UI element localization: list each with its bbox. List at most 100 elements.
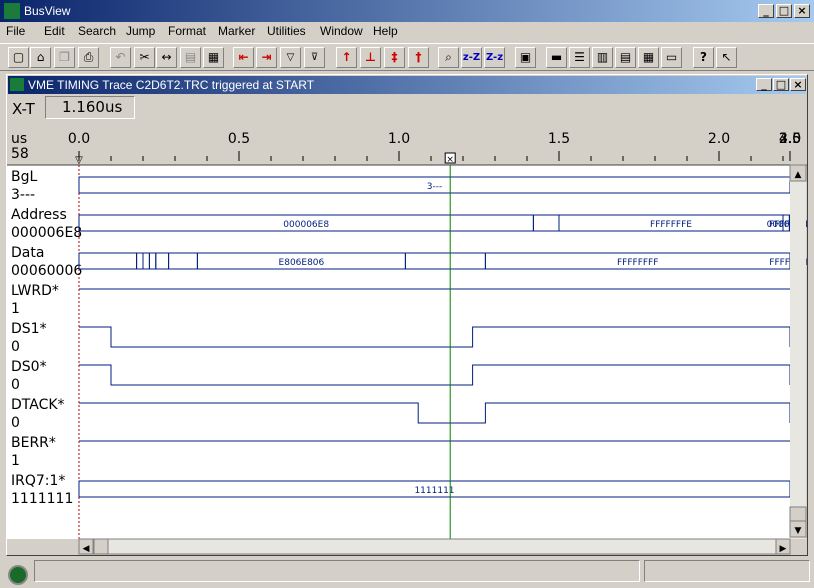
status-indicator-icon: [8, 565, 28, 585]
minimize-button[interactable]: _: [758, 4, 774, 18]
signal-value: 1: [11, 453, 20, 469]
signal-name[interactable]: LWRD*: [11, 283, 59, 299]
start-marker[interactable]: ▽: [75, 155, 83, 166]
v-icon[interactable]: ▽: [280, 47, 301, 68]
cut-icon[interactable]: ✂: [134, 47, 155, 68]
insert-icon[interactable]: ▦: [203, 47, 224, 68]
marker-up-icon[interactable]: ↑: [336, 47, 357, 68]
marker-down-icon[interactable]: ⊥: [360, 47, 381, 68]
menubar: File Edit Search Jump Format Marker Util…: [0, 22, 814, 42]
menu-marker[interactable]: Marker: [218, 24, 255, 38]
status-field: [34, 560, 640, 582]
signal-name[interactable]: BgL: [11, 169, 37, 185]
bus-segment-label: 000006E8: [283, 220, 329, 230]
axis-tick-label: 4.0: [779, 131, 801, 147]
axis-row-label: 58: [11, 146, 29, 162]
horizontal-scrollbar[interactable]: [78, 538, 791, 555]
signal-value: 3---: [11, 187, 35, 203]
menu-help[interactable]: Help: [373, 24, 398, 38]
signal-value: 1111111: [11, 491, 73, 507]
xt-label: X-T: [12, 100, 35, 118]
open-icon[interactable]: ⌂: [30, 47, 51, 68]
window-split-icon[interactable]: ☰: [569, 47, 590, 68]
scroll-right-icon: ▶: [780, 544, 787, 554]
zoom-z-icon[interactable]: z-Z: [461, 47, 482, 68]
signal-name[interactable]: IRQ7:1*: [11, 473, 65, 489]
copy-icon[interactable]: ❐: [54, 47, 75, 68]
new-icon[interactable]: ▢: [8, 47, 29, 68]
axis-tick-label: 1.5: [548, 131, 570, 147]
window-v-icon[interactable]: ▥: [592, 47, 613, 68]
paste-icon[interactable]: ▤: [180, 47, 201, 68]
zoom-end-icon[interactable]: ⇥: [256, 47, 277, 68]
menu-window[interactable]: Window: [320, 24, 363, 38]
vertical-scrollbar[interactable]: [790, 165, 806, 555]
cursor-marker-glyph: ×: [446, 155, 454, 165]
status-field-secondary: [644, 560, 810, 582]
menu-file[interactable]: File: [6, 24, 25, 38]
zoom-search-icon[interactable]: ⌕: [438, 47, 459, 68]
list-icon[interactable]: ▤: [615, 47, 636, 68]
fit-icon[interactable]: ↔: [156, 47, 177, 68]
marker-t-icon[interactable]: ‡: [384, 47, 405, 68]
trace-window-titlebar[interactable]: VME TIMING Trace C2D6T2.TRC triggered at…: [8, 76, 806, 94]
trace-window-icon[interactable]: [10, 78, 24, 91]
table-icon[interactable]: ▦: [638, 47, 659, 68]
axis-tick-label: 1.0: [388, 131, 410, 147]
signal-name[interactable]: Address: [11, 207, 67, 223]
log-icon[interactable]: ▣: [515, 47, 536, 68]
close-button[interactable]: ×: [794, 4, 810, 18]
signal-value: 00060006: [11, 263, 82, 279]
signal-value: 0: [11, 415, 20, 431]
signal-name[interactable]: DS0*: [11, 359, 47, 375]
scroll-up-icon: ▲: [795, 170, 802, 180]
v-edit-icon[interactable]: ⊽: [304, 47, 325, 68]
marker-q-icon[interactable]: †: [408, 47, 429, 68]
trace-maximize-button[interactable]: □: [773, 78, 789, 91]
signal-value: 000006E8: [11, 225, 82, 241]
axis-tick-label: 0.5: [228, 131, 250, 147]
app-title: BusView: [24, 4, 71, 18]
menu-edit[interactable]: Edit: [44, 24, 65, 38]
dialog-icon[interactable]: ▭: [661, 47, 682, 68]
app-titlebar[interactable]: BusView _ □ ×: [0, 0, 814, 22]
axis-unit-label: us: [11, 131, 27, 147]
waveform-plot[interactable]: us580.0 0.5 1.0 1.5 2.0 2.53.03.54.0▽ ×BgL3---…: [7, 125, 807, 555]
bus-segment-label: 3---: [427, 182, 442, 192]
signal-name[interactable]: DTACK*: [11, 397, 65, 413]
bus-segment-label: FFFFFFFF: [617, 258, 658, 268]
signal-name[interactable]: Data: [11, 245, 44, 261]
toolbar: ▢ ⌂ ❐ ⎙ ↶ ✂ ↔ ▤ ▦ ⇤ ⇥ ▽ ⊽ ↑ ⊥ ‡ † ⌕ z-Z …: [0, 43, 814, 71]
axis-tick-label: 2.0: [708, 131, 730, 147]
bus-segment-label: E806E806: [279, 258, 325, 268]
bus-segment-label: FFFFFFFE: [650, 220, 692, 230]
whatsthis-icon[interactable]: ↖: [716, 47, 737, 68]
scroll-left-icon: ◀: [83, 544, 90, 554]
bus-segment-label: 1111111: [414, 486, 454, 496]
signal-name[interactable]: BERR*: [11, 435, 56, 451]
menu-utilities[interactable]: Utilities: [267, 24, 306, 38]
app-icon[interactable]: [4, 3, 20, 19]
xt-value-field[interactable]: 1.160us: [45, 96, 135, 119]
trace-close-button[interactable]: ×: [790, 78, 806, 91]
help-icon[interactable]: ?: [693, 47, 714, 68]
h-scroll-thumb[interactable]: [93, 538, 109, 555]
zoom-zz-icon[interactable]: Z-z: [484, 47, 505, 68]
trace-window-title: VME TIMING Trace C2D6T2.TRC triggered at…: [28, 78, 315, 92]
menu-search[interactable]: Search: [78, 24, 116, 38]
menu-jump[interactable]: Jump: [126, 24, 155, 38]
trace-minimize-button[interactable]: _: [756, 78, 772, 91]
statusbar: [0, 560, 814, 588]
window-h-icon[interactable]: ▬: [546, 47, 567, 68]
maximize-button[interactable]: □: [776, 4, 792, 18]
scroll-down-icon: ▼: [795, 526, 802, 536]
menu-format[interactable]: Format: [168, 24, 206, 38]
signal-name[interactable]: DS1*: [11, 321, 47, 337]
trace-window[interactable]: VME TIMING Trace C2D6T2.TRC triggered at…: [6, 74, 808, 556]
undo-icon[interactable]: ↶: [110, 47, 131, 68]
zoom-range-icon[interactable]: ⇤: [233, 47, 254, 68]
scroll-thumb[interactable]: [789, 506, 807, 522]
signal-value: 1: [11, 301, 20, 317]
signal-value: 0: [11, 339, 20, 355]
print-icon[interactable]: ⎙: [78, 47, 99, 68]
